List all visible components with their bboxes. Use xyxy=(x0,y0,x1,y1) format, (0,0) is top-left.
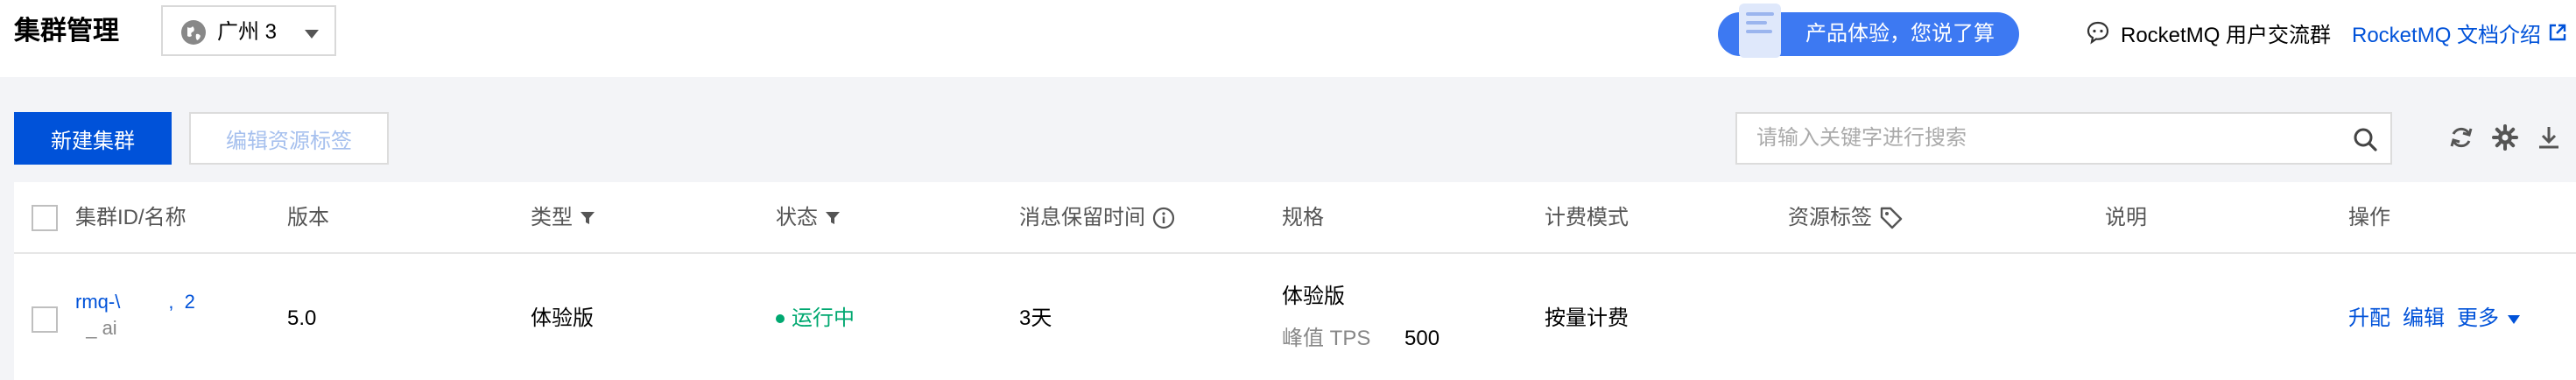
community-link[interactable]: RocketMQ 用户交流群 xyxy=(2086,18,2331,47)
column-cluster-id: 集群ID/名称 xyxy=(75,206,187,229)
tag-icon xyxy=(1880,207,1903,229)
docs-link[interactable]: RocketMQ 文档介绍 xyxy=(2352,18,2567,47)
refresh-icon[interactable] xyxy=(2448,124,2474,151)
column-status[interactable]: 状态 xyxy=(776,205,841,231)
edit-tags-button[interactable]: 编辑资源标签 xyxy=(189,112,389,165)
settings-icon[interactable] xyxy=(2492,124,2518,151)
spec-name: 体验版 xyxy=(1282,285,1345,308)
column-retention-label: 消息保留时间 xyxy=(1019,206,1145,229)
row-checkbox[interactable] xyxy=(32,306,58,333)
region-selector[interactable]: 广州 3 xyxy=(161,5,336,56)
column-spec: 规格 xyxy=(1282,206,1324,229)
status-label: 运行中 xyxy=(792,306,855,330)
document-icon xyxy=(1739,4,1781,58)
top-bar: 集群管理 广州 3 产品体验，您说了算 RocketMQ 用户交流群 Rocke… xyxy=(0,0,2576,77)
search-input[interactable] xyxy=(1739,116,2334,161)
status-badge: 运行中 xyxy=(776,306,855,332)
chevron-down-icon xyxy=(2508,314,2520,324)
community-label: RocketMQ 用户交流群 xyxy=(2121,23,2332,47)
billing-mode: 按量计费 xyxy=(1545,306,1629,330)
filter-icon[interactable] xyxy=(580,210,595,226)
search-box xyxy=(1735,112,2392,165)
region-label: 广州 3 xyxy=(217,20,278,44)
column-type-label: 类型 xyxy=(531,206,573,229)
cluster-version: 5.0 xyxy=(287,306,317,330)
info-icon[interactable] xyxy=(1152,207,1175,229)
spec-tps-value: 500 xyxy=(1404,327,1440,350)
column-retention: 消息保留时间 xyxy=(1019,205,1175,231)
chevron-down-icon xyxy=(305,30,319,39)
search-icon[interactable] xyxy=(2352,126,2378,152)
column-type[interactable]: 类型 xyxy=(531,205,595,231)
edit-link[interactable]: 编辑 xyxy=(2403,306,2445,332)
cluster-id-link[interactable]: rmq-\ , 2 xyxy=(75,291,195,313)
docs-label: RocketMQ 文档介绍 xyxy=(2352,23,2542,47)
status-dot-icon xyxy=(776,314,785,323)
column-status-label: 状态 xyxy=(776,206,818,229)
column-tags-label: 资源标签 xyxy=(1788,206,1872,229)
table-header: 集群ID/名称 版本 类型 状态 消息保留时间 规格 计费模式 资源标签 说明 … xyxy=(14,182,2576,254)
globe-icon xyxy=(181,20,206,45)
more-dropdown[interactable]: 更多 xyxy=(2457,306,2520,332)
column-description: 说明 xyxy=(2105,206,2147,229)
table-row: rmq-\ , 2 _ ai 5.0 体验版 运行中 3天 体验版 峰值 TPS… xyxy=(14,256,2576,380)
more-label: 更多 xyxy=(2457,306,2499,330)
feedback-label: 产品体验，您说了算 xyxy=(1805,22,1995,46)
select-all-checkbox[interactable] xyxy=(32,205,58,231)
external-link-icon xyxy=(2549,24,2566,41)
column-billing: 计费模式 xyxy=(1545,206,1629,229)
create-cluster-button[interactable]: 新建集群 xyxy=(14,112,172,165)
column-actions: 操作 xyxy=(2348,206,2390,229)
cluster-table: 集群ID/名称 版本 类型 状态 消息保留时间 规格 计费模式 资源标签 说明 … xyxy=(14,182,2576,380)
filter-icon[interactable] xyxy=(825,210,841,226)
chat-icon xyxy=(2087,21,2109,45)
column-version: 版本 xyxy=(287,206,329,229)
retention-value: 3天 xyxy=(1019,306,1052,330)
page-title: 集群管理 xyxy=(14,17,119,46)
cluster-type: 体验版 xyxy=(531,306,594,330)
column-tags: 资源标签 xyxy=(1788,205,1904,231)
spec-tps-label: 峰值 TPS xyxy=(1282,327,1371,350)
feedback-button[interactable]: 产品体验，您说了算 xyxy=(1718,4,2019,58)
download-icon[interactable] xyxy=(2536,124,2562,151)
cluster-name: _ ai xyxy=(75,317,117,339)
upgrade-link[interactable]: 升配 xyxy=(2348,306,2390,332)
